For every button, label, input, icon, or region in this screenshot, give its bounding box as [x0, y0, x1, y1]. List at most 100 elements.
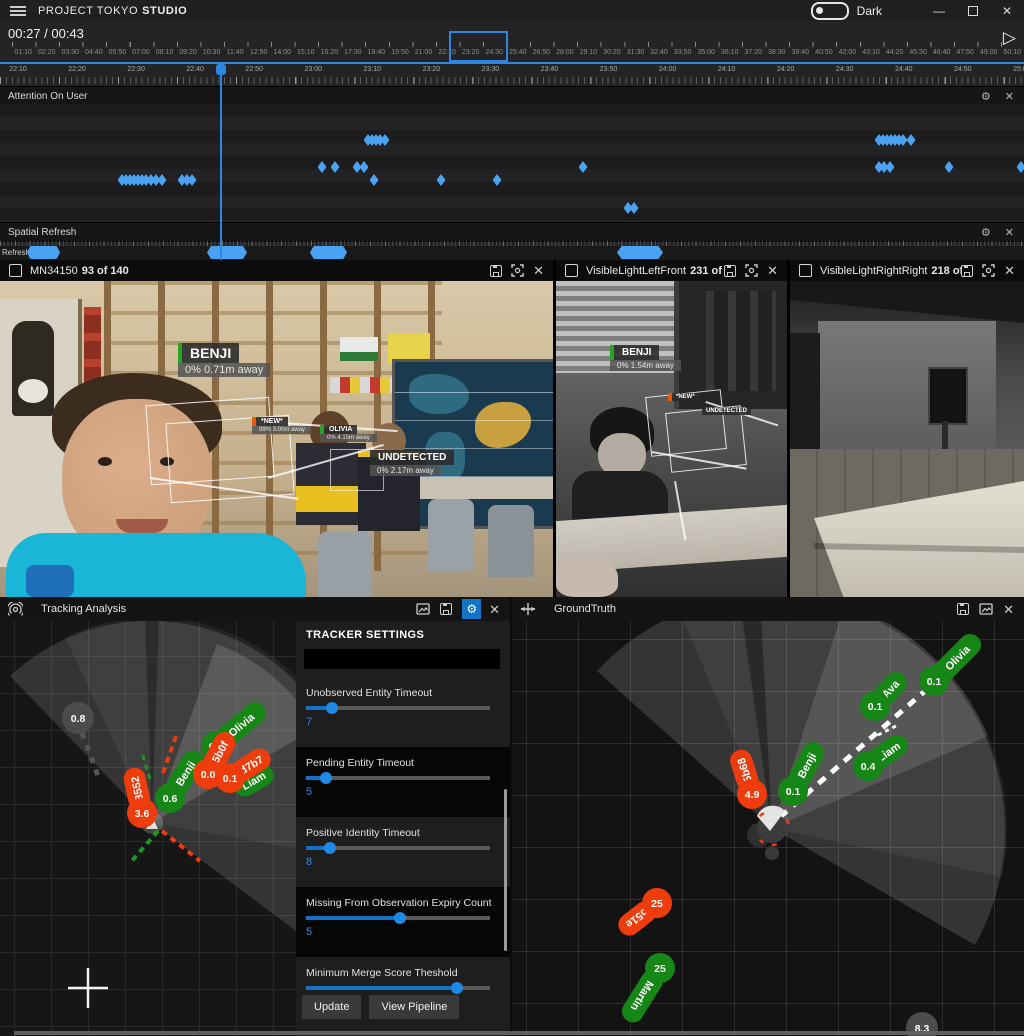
tracker-settings-title: TRACKER SETTINGS: [306, 629, 510, 641]
slider-label: Missing From Observation Expiry Count: [306, 897, 500, 909]
ruler-label: 35:00: [697, 49, 715, 56]
overview-ruler-ticks[interactable]: [12, 42, 1018, 47]
ruler-label: 02:20: [38, 49, 56, 56]
slider-thumb[interactable]: [394, 912, 406, 924]
checkbox-icon[interactable]: [565, 264, 578, 277]
face-scan-icon[interactable]: [982, 264, 995, 277]
ruler-label: 01:10: [14, 49, 32, 56]
spatial-refresh-bar[interactable]: [27, 246, 60, 259]
gear-icon[interactable]: ⚙: [981, 90, 991, 103]
slider-thumb[interactable]: [324, 842, 336, 854]
settings-sliders: Unobserved Entity Timeout7Pending Entity…: [296, 677, 510, 1027]
ruler-label: 22:30: [127, 66, 145, 73]
image-export-icon[interactable]: [979, 603, 993, 615]
ruler-label: 47:50: [956, 49, 974, 56]
settings-scrollbar[interactable]: [504, 789, 507, 951]
slider-fill: [306, 986, 457, 990]
radar-icon: [8, 602, 23, 617]
ruler-label: 23:40: [541, 66, 559, 73]
minimize-button[interactable]: —: [922, 0, 956, 22]
ruler-label: 18:40: [368, 49, 386, 56]
maximize-button[interactable]: [956, 0, 990, 22]
save-icon[interactable]: [440, 603, 452, 615]
slider-thumb[interactable]: [326, 702, 338, 714]
tracking-analysis-header: Tracking Analysis ⚙ ✕: [0, 597, 510, 621]
ruler-label: 12:50: [250, 49, 268, 56]
slider-label: Unobserved Entity Timeout: [306, 687, 500, 699]
close-icon[interactable]: ✕: [1003, 603, 1014, 616]
face-scan-icon[interactable]: [745, 264, 758, 277]
ruler-label: 38:30: [768, 49, 786, 56]
spatial-track-title: Spatial Refresh: [8, 227, 981, 238]
tracking-analysis-title: Tracking Analysis: [41, 603, 416, 615]
app-window: PROJECT TOKYOSTUDIO Dark — ✕ 00:27 / 00:…: [0, 0, 1024, 1036]
axes-icon: [520, 602, 536, 616]
image-export-icon[interactable]: [416, 603, 430, 615]
theme-toggle[interactable]: [811, 2, 849, 20]
video-header: VisibleLightRightRight218 of 386 ✕: [790, 260, 1024, 281]
slider-track[interactable]: [306, 706, 490, 710]
close-icon[interactable]: ✕: [767, 264, 778, 277]
slider-thumb[interactable]: [451, 982, 463, 994]
close-icon[interactable]: ✕: [1005, 226, 1014, 239]
entity-pin-Martin[interactable]: Martin25: [618, 953, 675, 1026]
save-icon[interactable]: [490, 265, 502, 277]
close-button[interactable]: ✕: [990, 0, 1024, 22]
save-icon[interactable]: [957, 603, 969, 615]
ruler-label: 24:20: [777, 66, 795, 73]
ruler-label: 22:10: [9, 66, 27, 73]
spatial-refresh-bar[interactable]: [617, 246, 663, 259]
ruler-label: 23:50: [600, 66, 618, 73]
ruler-label: 33:50: [674, 49, 692, 56]
detail-ruler-topline: [0, 62, 1024, 64]
checkbox-icon[interactable]: [9, 264, 22, 277]
tv: [928, 367, 968, 425]
entity-pin-b51e[interactable]: b51e25: [614, 888, 672, 940]
slider-track[interactable]: [306, 776, 490, 780]
update-button[interactable]: Update: [302, 995, 361, 1019]
slider-thumb[interactable]: [320, 772, 332, 784]
close-icon[interactable]: ✕: [1005, 90, 1014, 103]
video-header: MN3415093 of 140 ✕: [0, 260, 553, 281]
hamburger-menu-icon[interactable]: [10, 6, 26, 16]
ruler-label: 39:40: [792, 49, 810, 56]
grayscale-scene-left: [556, 281, 787, 597]
gear-icon[interactable]: ⚙: [981, 226, 991, 239]
close-icon[interactable]: ✕: [489, 603, 500, 616]
entity-pin-0.8[interactable]: 0.8: [62, 702, 94, 734]
playhead-handle[interactable]: [216, 64, 226, 75]
detail-ruler: 22:1022:2022:3022:4022:5023:0023:1023:20…: [0, 66, 1024, 76]
save-icon[interactable]: [724, 265, 736, 277]
timeline-region: 00:27 / 00:43 ▷ 01:1002:2003:3004:4005:5…: [0, 22, 1024, 260]
ruler-label: 05:50: [109, 49, 127, 56]
gear-icon-active[interactable]: ⚙: [462, 599, 481, 619]
playhead-line[interactable]: [220, 62, 222, 260]
checkbox-icon[interactable]: [799, 264, 812, 277]
hand: [556, 557, 618, 597]
spatial-refresh-bar[interactable]: [310, 246, 347, 259]
slider-label: Minimum Merge Score Theshold: [306, 967, 500, 979]
close-icon[interactable]: ✕: [533, 264, 544, 277]
spatial-refresh-bar[interactable]: [207, 246, 247, 259]
video-panel-mn34150: MN3415093 of 140 ✕: [0, 260, 553, 597]
ruler-label: 14:00: [273, 49, 291, 56]
close-icon[interactable]: ✕: [1004, 264, 1015, 277]
horizontal-scrollbar[interactable]: [14, 1031, 1024, 1035]
attention-track-body: [0, 104, 1024, 220]
slider-track[interactable]: [306, 916, 490, 920]
blue-chair: [26, 565, 74, 597]
ruler-label: 21:00: [415, 49, 433, 56]
ruler-label: 08:10: [156, 49, 174, 56]
detail-ruler-ticks[interactable]: [0, 77, 1024, 84]
ruler-label: 11:40: [227, 49, 244, 56]
ruler-label: 44:20: [886, 49, 904, 56]
timeline-selection-box[interactable]: [449, 31, 508, 62]
slider-track[interactable]: [306, 986, 490, 990]
ruler-label: 25:00: [1013, 66, 1024, 73]
view-pipeline-button[interactable]: View Pipeline: [369, 995, 459, 1019]
save-icon[interactable]: [961, 265, 973, 277]
ruler-label: 24:50: [954, 66, 972, 73]
face-scan-icon[interactable]: [511, 264, 524, 277]
slider-track[interactable]: [306, 846, 490, 850]
ruler-label: 37:20: [744, 49, 762, 56]
